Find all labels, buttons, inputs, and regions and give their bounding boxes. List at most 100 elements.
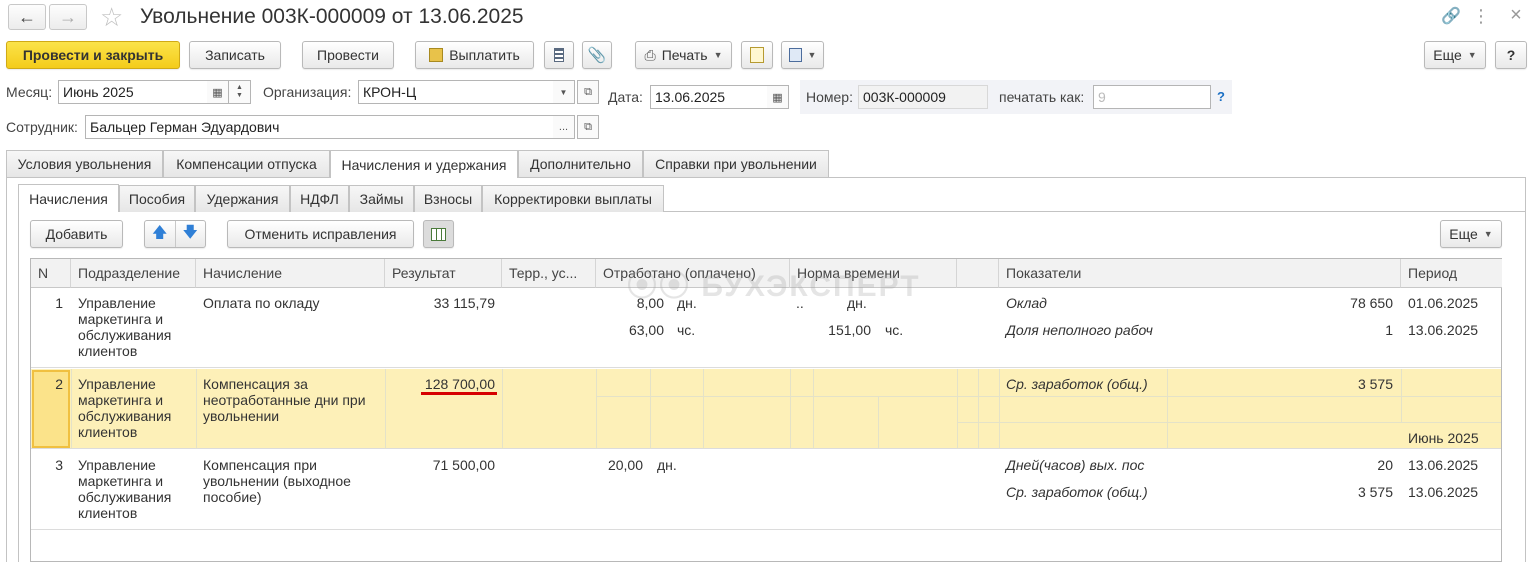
save-button[interactable]: Записать [189,41,281,69]
month-field[interactable]: Июнь 2025 [58,80,208,104]
print-as-help-link[interactable]: ? [1217,89,1225,104]
print-as-field[interactable]: 9 [1093,85,1211,109]
row-worked-unit: чс. [677,322,696,338]
col-header-result[interactable]: Результат [385,259,502,288]
move-up-button[interactable]: 🡅 [145,221,176,247]
list-doc-icon [554,48,564,62]
panel-border-left [6,177,7,562]
date-calendar-button[interactable]: ▦ [767,85,789,109]
organization-label: Организация: [263,84,352,100]
tab-accruals-deductions[interactable]: Начисления и удержания [330,150,518,178]
attach-button[interactable]: 📎 [582,41,612,69]
pay-button-label: Выплатить [449,47,520,63]
month-label: Месяц: [6,84,53,100]
col-header-territory[interactable]: Терр., ус... [502,259,596,288]
close-icon[interactable]: × [1506,4,1526,26]
calendar-button[interactable]: ▦ [207,80,229,104]
favorite-star-icon[interactable]: ☆ [100,2,123,33]
grid-line [596,369,597,449]
row-department: Управление маркетинга и обслуживания кли… [78,295,172,359]
forward-button[interactable]: → [49,4,87,30]
report-history-button[interactable] [741,41,773,69]
row-result-highlighted[interactable]: 128 700,00 [385,376,495,392]
subtab-ndfl[interactable]: НДФЛ [290,185,349,212]
col-header-period[interactable]: Период [1401,259,1502,288]
col-header-department[interactable]: Подразделение [71,259,196,288]
more-button[interactable]: Еще ▼ [1424,41,1486,69]
subpanel-border-left [18,211,19,562]
row-number: 2 [55,376,63,392]
link-icon[interactable]: 🔗 [1440,6,1462,26]
subtab-loans[interactable]: Займы [349,185,414,212]
accruals-table[interactable]: N Подразделение Начисление Результат Тер… [30,258,1502,562]
organization-dropdown-button[interactable]: ▼ [553,80,575,104]
row-accrual: Оплата по окладу [203,295,320,311]
row-norm-value: 151,00 [828,322,871,338]
grid-line [790,369,791,449]
arrow-left-icon: ← [18,6,36,27]
grid-line [999,369,1000,449]
organization-field[interactable]: КРОН-Ц [358,80,554,104]
row-worked-value: 8,00 [636,295,664,311]
row-indicator-value: 78 650 [1350,295,1393,311]
stepper-up-icon: ▲ [236,84,243,91]
row-period: Июнь 2025 [1408,430,1479,446]
col-header-accrual[interactable]: Начисление [196,259,385,288]
employee-open-button[interactable]: ⧉ [577,115,599,139]
move-down-button[interactable]: 🡇 [176,221,206,247]
paperclip-icon: 📎 [587,47,607,64]
employee-field[interactable]: Бальцер Герман Эдуардович [85,115,554,139]
print-as-label: печатать как: [999,89,1085,105]
document-list-button[interactable] [544,41,574,69]
tab-vacation-compensation[interactable]: Компенсации отпуска [163,150,330,177]
add-button[interactable]: Добавить [30,220,123,248]
table-more-button[interactable]: Еще ▼ [1440,220,1502,248]
grid-line [650,369,651,449]
col-header-n[interactable]: N [31,259,71,288]
month-stepper[interactable]: ▲ ▼ [229,80,251,104]
post-and-close-button[interactable]: Провести и закрыть [6,41,180,69]
row-period: 01.06.2025 [1408,295,1479,311]
grid-line [957,369,958,449]
pay-button[interactable]: Выплатить [415,41,534,69]
subtab-deductions[interactable]: Удержания [195,185,290,212]
grid-line [502,369,503,449]
tab-dismissal-conditions[interactable]: Условия увольнения [6,150,163,177]
doc-create-icon [788,48,802,62]
subtab-accruals[interactable]: Начисления [18,184,119,212]
grid-line [71,369,72,449]
calendar-icon: ▦ [772,91,783,104]
more-vert-icon[interactable]: ⋮ [1472,6,1490,26]
row-norm-unit: чс. [885,322,904,338]
subtab-benefits[interactable]: Пособия [119,185,195,212]
number-field[interactable]: 003К-000009 [858,85,988,109]
number-label: Номер: [806,89,853,105]
document-clock-icon [750,47,764,63]
add-column-button[interactable] [423,220,454,248]
post-button[interactable]: Провести [302,41,394,69]
employee-select-button[interactable]: ... [553,115,575,139]
back-button[interactable]: ← [8,4,46,30]
caret-down-icon: ▼ [1483,229,1493,239]
organization-open-button[interactable]: ⧉ [577,80,599,104]
row-department: Управление маркетинга и обслуживания кли… [78,457,172,521]
create-based-on-button[interactable]: ▼ [781,41,824,69]
help-button[interactable]: ? [1495,41,1527,69]
row-indicator-value: 1 [1385,322,1393,338]
tab-additional[interactable]: Дополнительно [518,150,643,177]
grid-line [703,369,704,449]
tab-dismissal-certificates[interactable]: Справки при увольнении [643,150,829,177]
calendar-icon: ▦ [212,86,223,99]
cancel-corrections-button[interactable]: Отменить исправления [227,220,414,248]
table-more-label: Еще [1449,226,1478,242]
row-number: 3 [55,457,63,473]
subtab-payment-adjustments[interactable]: Корректировки выплаты [482,185,664,212]
print-button[interactable]: ⎙ Печать ▼ [635,41,732,69]
date-field[interactable]: 13.06.2025 [650,85,768,109]
col-header-indicators[interactable]: Показатели [999,259,1401,288]
open-form-icon: ⧉ [584,120,592,133]
arrow-up-icon: 🡅 [152,223,168,241]
subtab-contributions[interactable]: Взносы [414,185,482,212]
grid-line [878,396,879,449]
row-worked-unit: дн. [657,457,677,473]
